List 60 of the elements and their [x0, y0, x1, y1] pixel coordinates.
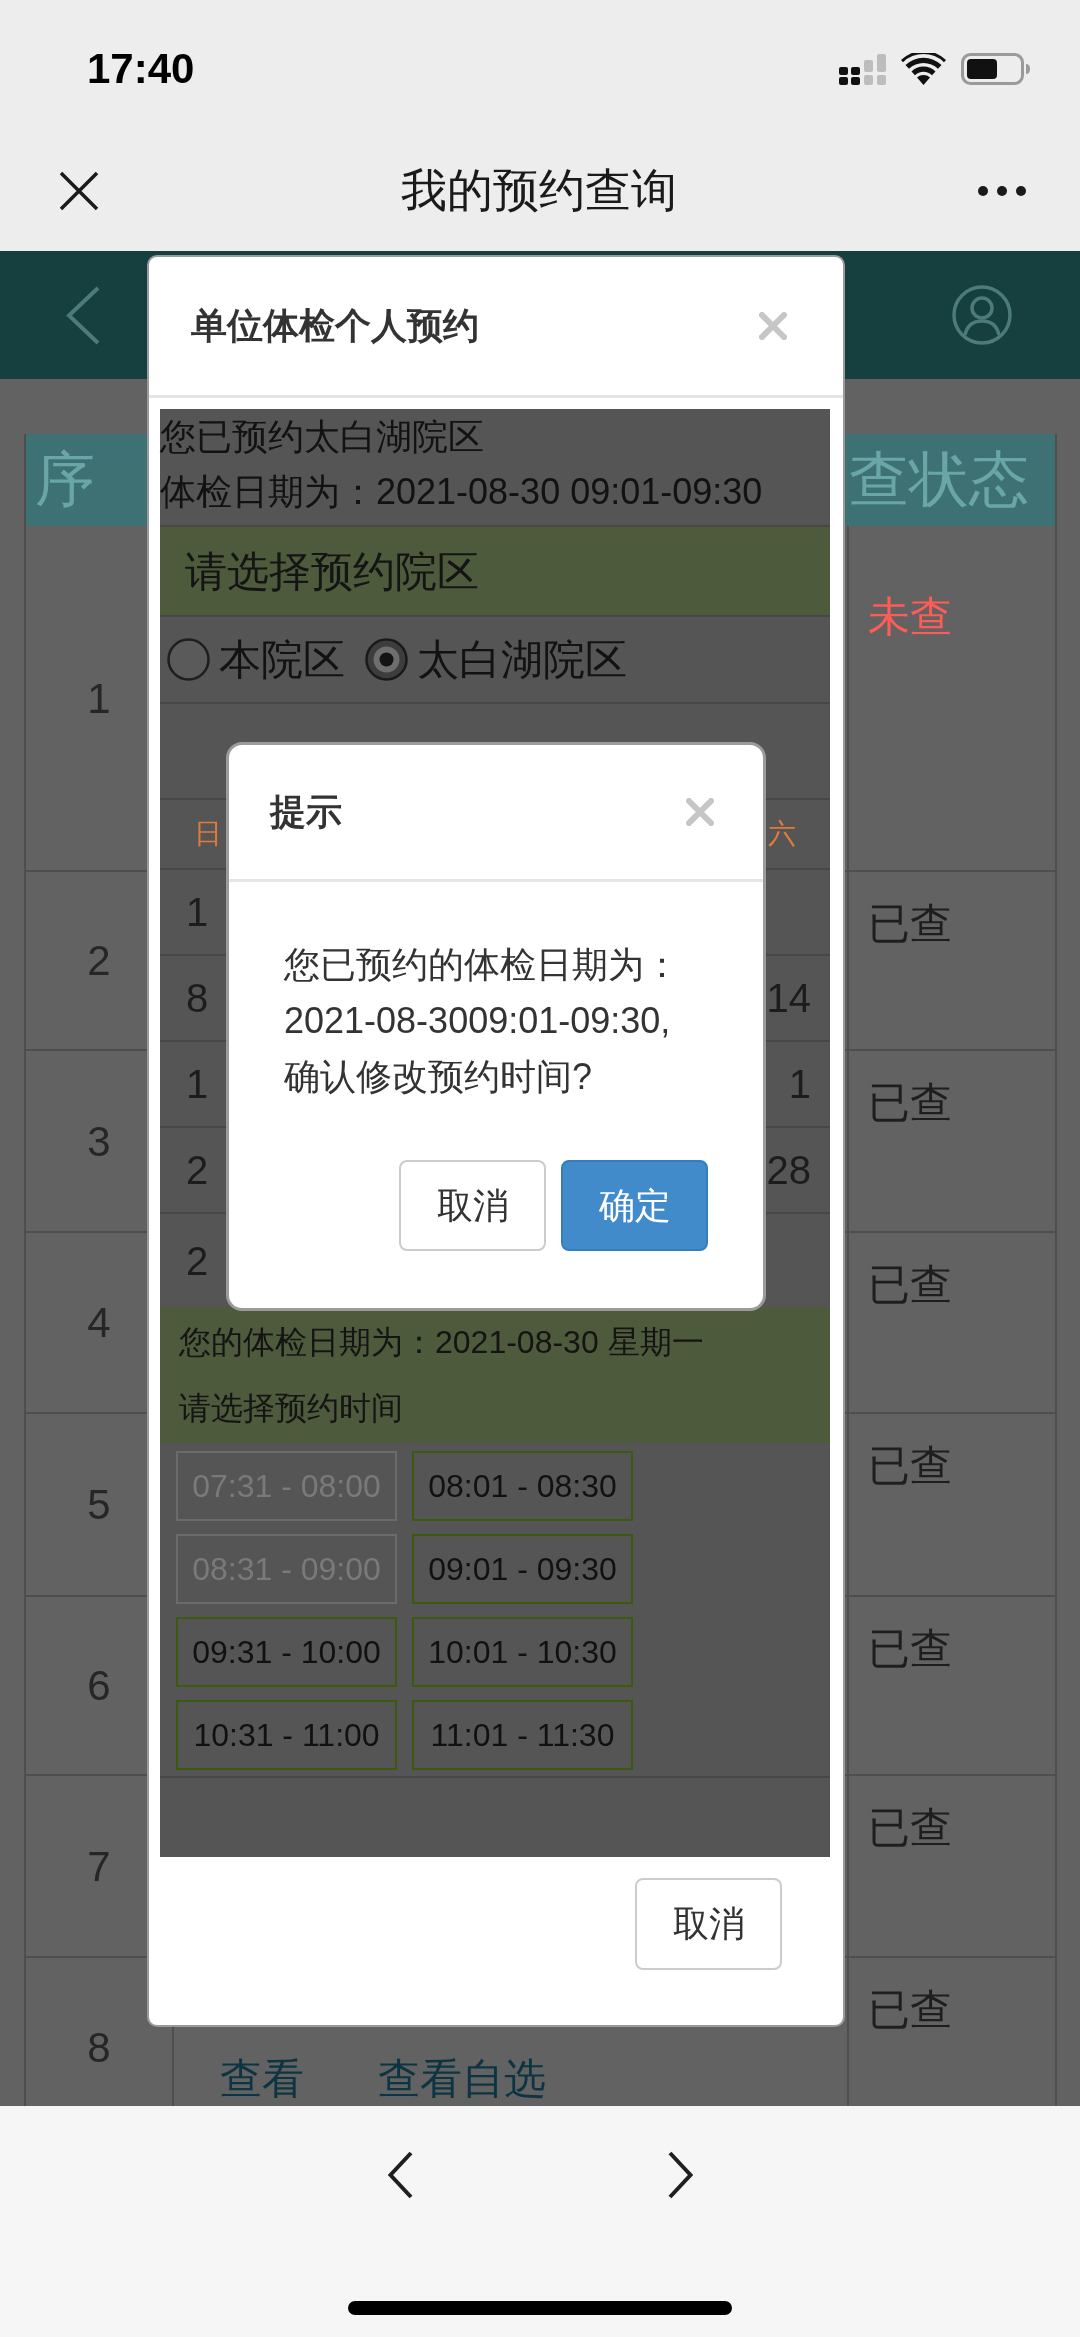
campus-prompt: 请选择预约院区 — [185, 546, 479, 597]
calendar-day[interactable]: 1 — [186, 890, 209, 934]
status-text: 已查 — [868, 1442, 952, 1489]
calendar-day[interactable]: 28 — [766, 1140, 811, 1200]
status-text: 未查 — [868, 593, 952, 640]
user-icon[interactable] — [952, 285, 1012, 345]
time-slot-button[interactable]: 10:31 - 11:00 — [176, 1700, 397, 1770]
row-number: 8 — [87, 2022, 111, 2073]
confirm-button[interactable]: 确定 — [561, 1160, 708, 1251]
view-link[interactable]: 查看自选 — [378, 2058, 546, 2100]
calendar-day[interactable]: 2 — [186, 1238, 209, 1283]
dialog-title: 提示 — [270, 790, 342, 834]
row-number: 6 — [87, 1661, 111, 1711]
time-slot-button[interactable]: 08:01 - 08:30 — [412, 1451, 633, 1521]
row-number: 7 — [87, 1841, 111, 1892]
view-link[interactable]: 查看 — [220, 2058, 304, 2100]
row-number: 1 — [87, 673, 111, 724]
calendar-day[interactable]: 14 — [766, 968, 811, 1028]
row-number: 5 — [87, 1480, 111, 1530]
calendar-day[interactable]: 1 — [788, 1054, 811, 1114]
calendar-day[interactable]: 8 — [186, 976, 209, 1020]
campus-option[interactable]: 太白湖院区 — [365, 628, 627, 691]
time-slot-button[interactable]: 09:31 - 10:00 — [176, 1617, 397, 1687]
time-prompt: 请选择预约时间 — [179, 1389, 404, 1428]
status-text: 已查 — [868, 1625, 952, 1672]
time-slot-button[interactable]: 11:01 - 11:30 — [412, 1700, 633, 1770]
dialog-title: 单位体检个人预约 — [191, 304, 479, 348]
booked-campus-text: 您已预约太白湖院区 — [160, 415, 485, 459]
status-text: 已查 — [868, 1079, 952, 1126]
calendar-day[interactable]: 1 — [186, 1062, 209, 1106]
calendar-day[interactable]: 2 — [186, 1148, 209, 1192]
forward-chevron-icon[interactable] — [667, 2151, 693, 2199]
status-text: 已查 — [868, 900, 952, 947]
cancel-button[interactable]: 取消 — [635, 1878, 782, 1970]
selected-date-text: 您的体检日期为：2021-08-30 星期一 — [179, 1323, 705, 1362]
weekday-label: 日 — [193, 817, 222, 851]
campus-option[interactable]: 本院区 — [167, 628, 345, 691]
page-title: 我的预约查询 — [400, 163, 677, 218]
status-text: 已查 — [868, 1986, 952, 2033]
more-icon[interactable] — [978, 185, 1026, 196]
row-number: 2 — [87, 936, 111, 986]
status-text: 已查 — [868, 1804, 952, 1851]
weekday-label: 六 — [768, 817, 797, 851]
time-slot-button[interactable]: 09:01 - 09:30 — [412, 1534, 633, 1604]
battery-icon — [961, 53, 1030, 85]
status-text: 已查 — [868, 1261, 952, 1308]
cancel-button[interactable]: 取消 — [399, 1160, 546, 1251]
back-chevron-icon[interactable] — [387, 2151, 413, 2199]
confirm-message: 您已预约的体检日期为：2021-08-3009:01-09:30,确认修改预约时间? — [284, 943, 681, 1099]
booked-date-text: 体检日期为：2021-08-30 09:01-09:30 — [160, 470, 764, 514]
back-icon[interactable] — [65, 285, 100, 345]
signal-icon — [839, 53, 886, 85]
time-slot-button[interactable]: 10:01 - 10:30 — [412, 1617, 633, 1687]
row-number: 4 — [87, 1298, 111, 1348]
status-time: 17:40 — [87, 44, 195, 94]
radio-icon[interactable] — [365, 638, 408, 681]
wifi-icon — [901, 53, 946, 85]
row-number: 3 — [87, 1116, 111, 1167]
radio-icon[interactable] — [167, 638, 210, 681]
close-icon[interactable] — [59, 170, 99, 211]
